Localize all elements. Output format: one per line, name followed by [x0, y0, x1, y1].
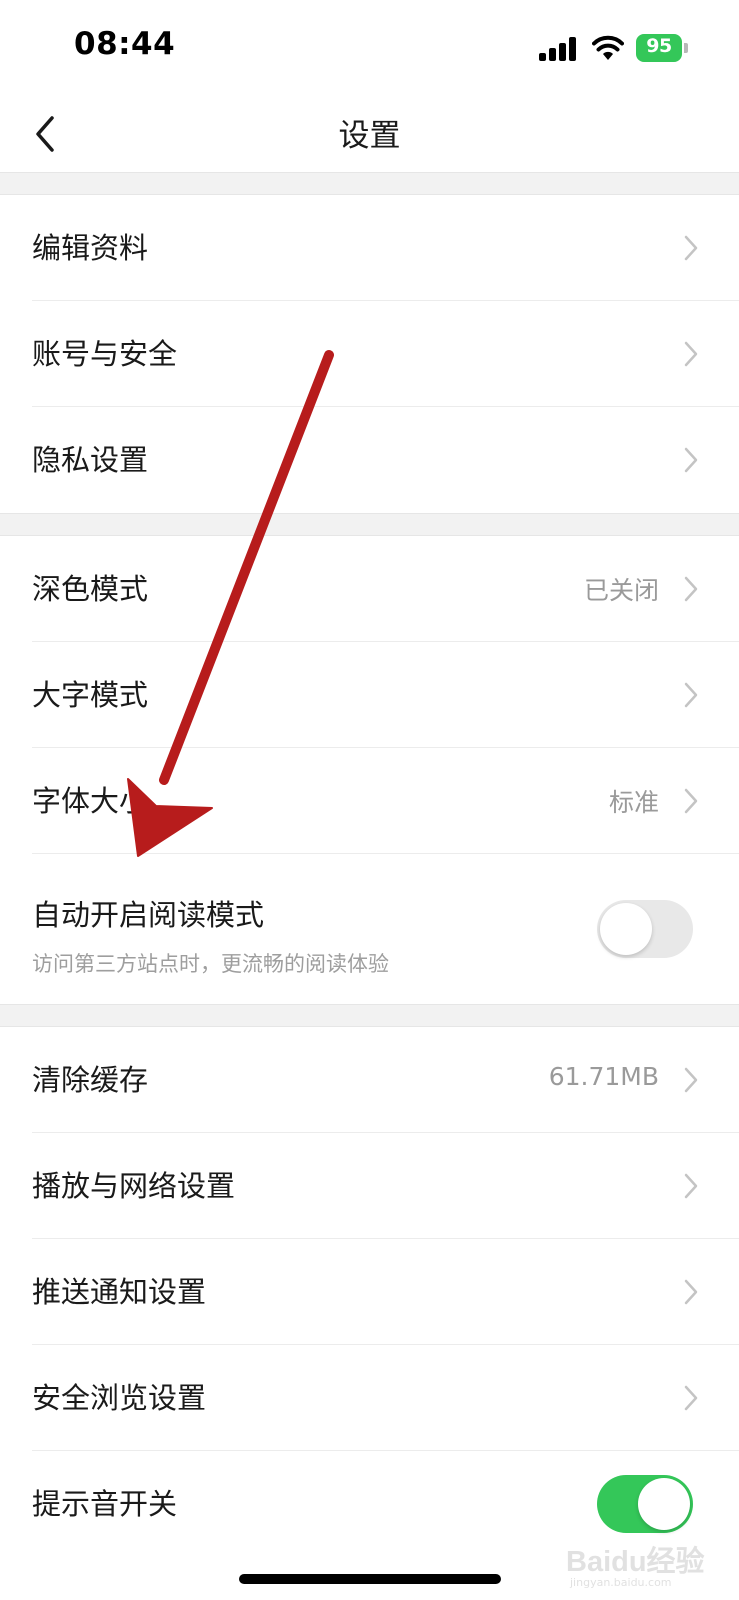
settings-row[interactable]: 大字模式 [0, 642, 739, 748]
settings-row-label: 字体大小 [32, 784, 149, 818]
nav-bar: 设置 [0, 96, 739, 172]
home-indicator[interactable] [239, 1574, 501, 1584]
chevron-right-icon [684, 788, 698, 814]
section-divider [0, 172, 739, 195]
settings-row-label: 账号与安全 [32, 337, 178, 371]
baidu-watermark: Baidu经验 jingyan.baidu.com [566, 1536, 736, 1594]
settings-row-value: 标准 [608, 788, 659, 817]
settings-row[interactable]: 隐私设置 [0, 407, 739, 513]
settings-row-label: 提示音开关 [32, 1487, 178, 1521]
settings-row-label: 自动开启阅读模式 [32, 898, 265, 932]
chevron-right-icon [684, 235, 698, 261]
settings-row-label: 清除缓存 [32, 1063, 149, 1097]
settings-row-label: 大字模式 [32, 678, 149, 712]
chevron-right-icon [684, 447, 698, 473]
toggle-switch[interactable] [597, 900, 693, 958]
settings-row-label: 播放与网络设置 [32, 1169, 236, 1203]
watermark-logo: Baidu经验 [566, 1546, 705, 1578]
battery-level: 95 [646, 35, 672, 57]
settings-row[interactable]: 播放与网络设置 [0, 1133, 739, 1239]
settings-row[interactable]: 推送通知设置 [0, 1239, 739, 1345]
settings-row[interactable]: 编辑资料 [0, 195, 739, 301]
settings-row-value: 61.71MB [548, 1062, 659, 1091]
battery-indicator: 95 [636, 34, 688, 62]
settings-row[interactable]: 深色模式 已关闭 [0, 536, 739, 642]
toggle-switch[interactable] [597, 1475, 693, 1533]
status-bar: 08:44 95 [0, 0, 739, 96]
settings-row[interactable]: 字体大小 标准 [0, 748, 739, 854]
page-title: 设置 [338, 118, 401, 154]
chevron-right-icon [684, 682, 698, 708]
settings-screen: 08:44 95 设置 编辑资料账号与安全隐私设置深色模式 已关闭大字模式字体大小… [0, 0, 739, 1600]
settings-row-label: 安全浏览设置 [32, 1381, 207, 1415]
toggle-knob [600, 903, 652, 955]
status-time: 08:44 [74, 26, 176, 62]
settings-row[interactable]: 安全浏览设置 [0, 1345, 739, 1451]
chevron-right-icon [684, 1385, 698, 1411]
section-divider [0, 1004, 739, 1027]
settings-row-value: 已关闭 [583, 576, 659, 605]
battery-cap [684, 43, 688, 53]
settings-row[interactable]: 自动开启阅读模式访问第三方站点时，更流畅的阅读体验 [0, 854, 739, 1004]
section-divider [0, 513, 739, 536]
watermark-url: jingyan.baidu.com [570, 1576, 672, 1589]
chevron-right-icon [684, 341, 698, 367]
cellular-signal-icon [539, 37, 579, 61]
chevron-right-icon [684, 1173, 698, 1199]
settings-row[interactable]: 清除缓存 61.71MB [0, 1027, 739, 1133]
settings-row-label: 编辑资料 [32, 231, 149, 265]
chevron-right-icon [684, 1279, 698, 1305]
chevron-right-icon [684, 1067, 698, 1093]
chevron-right-icon [684, 576, 698, 602]
settings-row[interactable]: 账号与安全 [0, 301, 739, 407]
settings-row-description: 访问第三方站点时，更流畅的阅读体验 [32, 952, 389, 976]
toggle-knob [638, 1478, 690, 1530]
settings-row-label: 推送通知设置 [32, 1275, 207, 1309]
settings-row-label: 深色模式 [32, 572, 149, 606]
settings-row-label: 隐私设置 [32, 443, 149, 477]
wifi-icon [592, 35, 624, 60]
settings-list: 编辑资料账号与安全隐私设置深色模式 已关闭大字模式字体大小 标准自动开启阅读模式访问… [0, 172, 739, 1557]
